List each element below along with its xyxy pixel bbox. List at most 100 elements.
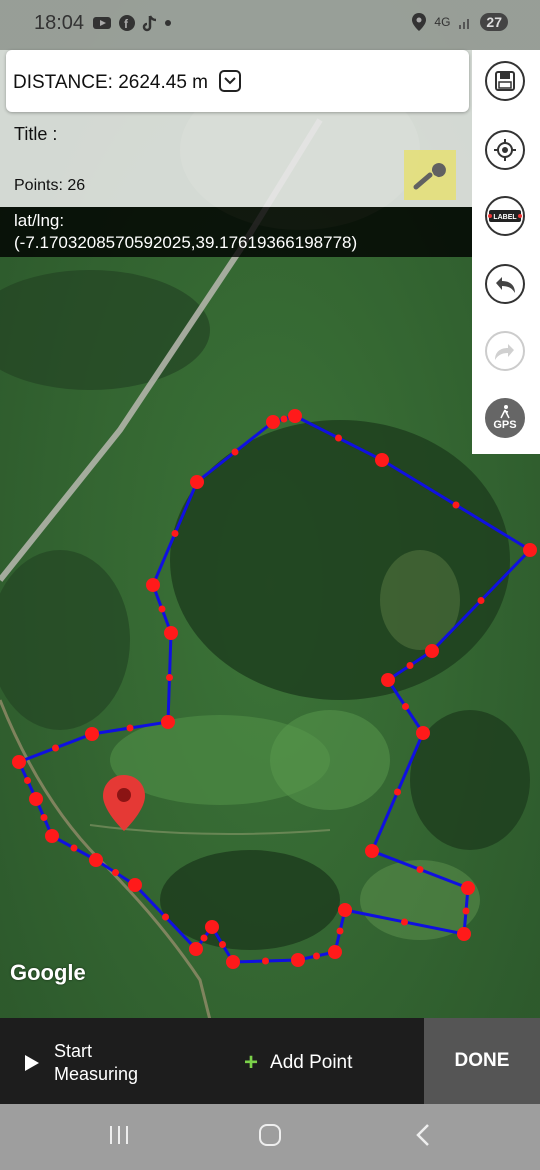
play-icon [25, 1055, 39, 1071]
route-midpoint[interactable] [313, 952, 320, 960]
undo-button[interactable] [485, 264, 525, 304]
route-midpoint[interactable] [24, 777, 31, 784]
route-midpoint[interactable] [394, 788, 401, 796]
start-measuring-label: Start Measuring [54, 1040, 164, 1086]
label-button[interactable]: LABEL [485, 196, 525, 236]
route-midpoint[interactable] [219, 941, 226, 948]
route-vertex[interactable] [45, 829, 59, 843]
points-count: Points: 26 [14, 177, 86, 194]
route-outline [16, 414, 533, 964]
route-midpoint[interactable] [200, 934, 208, 942]
route-vertex[interactable] [146, 578, 160, 592]
gps-button[interactable]: GPS [485, 398, 525, 438]
route-vertex[interactable] [190, 475, 204, 489]
route-vertex[interactable] [226, 955, 240, 969]
back-icon [416, 1124, 429, 1146]
route-midpoint[interactable] [166, 674, 173, 681]
google-attribution: Google [10, 960, 86, 985]
redo-button[interactable] [485, 331, 525, 371]
route-vertex[interactable] [328, 945, 342, 959]
route-midpoint[interactable] [171, 530, 179, 537]
route-vertex[interactable] [85, 727, 99, 741]
route-midpoint[interactable] [40, 814, 48, 821]
route-vertex[interactable] [288, 409, 302, 423]
wrench-icon [413, 163, 446, 190]
settings-button[interactable] [404, 150, 456, 200]
route-midpoint[interactable] [70, 844, 78, 852]
start-measuring-button[interactable]: Start Measuring [24, 1040, 164, 1086]
route-vertex[interactable] [29, 792, 43, 806]
route-midpoint[interactable] [416, 866, 424, 873]
redo-icon [495, 344, 514, 360]
route-midpoint[interactable] [162, 913, 169, 921]
title-label: Title : [14, 124, 58, 144]
route-midpoint[interactable] [52, 744, 59, 752]
latlng-value: (-7.1703208570592025,39.17619366198778) [14, 233, 358, 252]
start-line1: Start [54, 1041, 93, 1061]
latlng-label: lat/lng: [14, 211, 65, 230]
route-vertex[interactable] [89, 853, 103, 867]
my-location-button[interactable] [485, 130, 525, 170]
save-icon [495, 71, 515, 91]
label-icon-text: LABEL [493, 214, 517, 221]
route-vertex[interactable] [266, 415, 280, 429]
home-button[interactable] [255, 1120, 285, 1150]
walking-icon [500, 405, 510, 419]
route-vertex[interactable] [425, 644, 439, 658]
route-midpoint[interactable] [452, 501, 460, 509]
route-vertex[interactable] [523, 543, 537, 557]
gps-label: GPS [493, 419, 517, 431]
route-midpoint[interactable] [262, 957, 269, 965]
label-icon: LABEL [488, 210, 522, 222]
unit-dropdown[interactable] [219, 70, 241, 92]
done-label: DONE [454, 1050, 510, 1071]
add-point-label: Add Point [270, 1052, 353, 1073]
route-vertex[interactable] [164, 626, 178, 640]
recent-apps-icon [110, 1126, 128, 1144]
network-type: 4G [434, 15, 451, 29]
route-vertex[interactable] [128, 878, 142, 892]
youtube-icon [93, 17, 111, 29]
route-vertex[interactable] [461, 881, 475, 895]
route-midpoint[interactable] [112, 869, 119, 876]
add-point-button[interactable]: + Add Point [244, 1049, 352, 1077]
start-line2: Measuring [54, 1064, 139, 1084]
route-midpoint[interactable] [401, 918, 408, 926]
route-midpoint[interactable] [158, 605, 166, 613]
location-pin-icon[interactable] [103, 775, 145, 831]
back-button[interactable] [408, 1120, 438, 1150]
route-midpoint[interactable] [406, 662, 414, 669]
save-button[interactable] [485, 61, 525, 101]
route-vertex[interactable] [161, 715, 175, 729]
undo-icon [496, 277, 515, 293]
route-vertex[interactable] [291, 953, 305, 967]
route-vertex[interactable] [365, 844, 379, 858]
route-vertex[interactable] [189, 942, 203, 956]
signal-icon [459, 19, 470, 29]
route-vertex[interactable] [12, 755, 26, 769]
route-midpoint[interactable] [335, 434, 342, 442]
tiktok-icon [142, 15, 157, 32]
route-midpoint[interactable] [126, 724, 134, 732]
route-midpoint[interactable] [231, 448, 239, 456]
home-icon [259, 1124, 281, 1146]
route-vertex[interactable] [205, 920, 219, 934]
route-midpoint[interactable] [336, 927, 344, 935]
latlng-panel: lat/lng: (-7.1703208570592025,39.1761936… [0, 207, 472, 257]
map-toolbar: LABEL GPS [472, 50, 540, 454]
route-midpoint[interactable] [280, 415, 288, 423]
route-vertex[interactable] [457, 927, 471, 941]
route-vertex[interactable] [416, 726, 430, 740]
route-vertex[interactable] [381, 673, 395, 687]
route-midpoint[interactable] [477, 597, 485, 604]
route-midpoint[interactable] [462, 907, 470, 915]
route-vertex[interactable] [338, 903, 352, 917]
battery-level: 27 [480, 13, 508, 31]
route-vertex[interactable] [375, 453, 389, 467]
route-midpoint[interactable] [402, 703, 409, 710]
status-bar: 18:04 f 4G 27 [0, 0, 540, 50]
distance-text: DISTANCE: 2624.45 m [13, 72, 209, 93]
recent-apps-button[interactable] [104, 1120, 134, 1150]
crosshair-icon [494, 139, 516, 161]
done-button[interactable]: DONE [424, 1018, 540, 1104]
